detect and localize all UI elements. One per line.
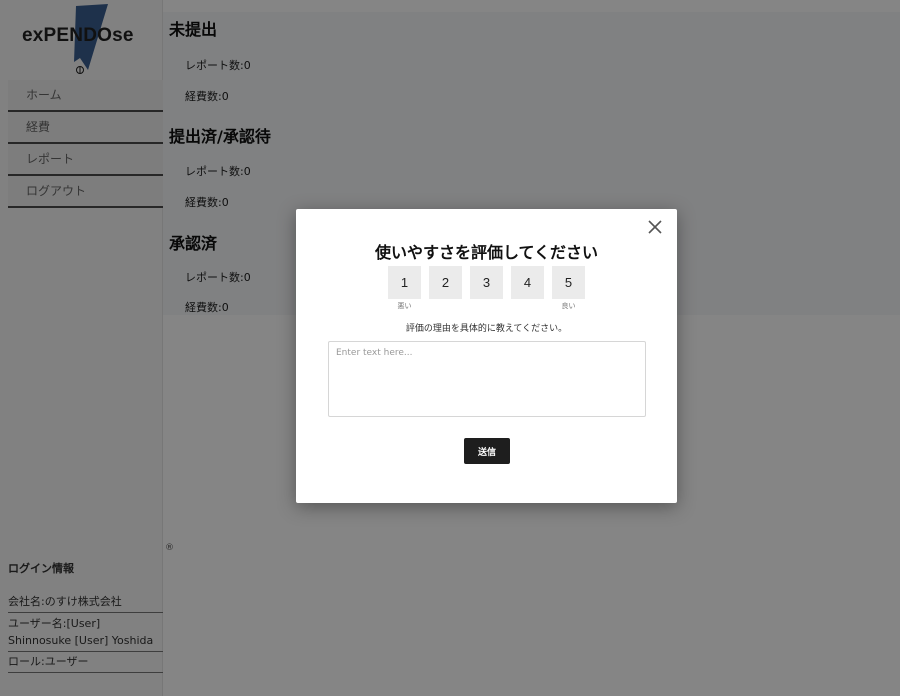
feedback-modal: 使いやすさを評価してください 1 2 3 4 5 悪い 良い 評価の理由を具体的… [296,209,677,503]
rating-button-2[interactable]: 2 [429,266,462,299]
reason-label: 評価の理由を具体的に教えてください。 [405,324,568,334]
reason-textarea[interactable] [328,341,646,417]
rating-low-caption: 悪い [397,302,412,310]
modal-title: 使いやすさを評価してください [374,243,599,262]
rating-button-4[interactable]: 4 [511,266,544,299]
rating-button-3[interactable]: 3 [470,266,503,299]
rating-high-caption: 良い [561,302,576,310]
submit-button[interactable]: 送信 [464,438,510,464]
app-root: exPENDOse ホーム 経費 レポート ログアウト ログイン情報 会社名:の… [0,0,900,696]
rating-button-1[interactable]: 1 [388,266,421,299]
rating-button-5[interactable]: 5 [552,266,585,299]
close-button[interactable] [645,217,665,237]
close-icon [648,220,662,234]
